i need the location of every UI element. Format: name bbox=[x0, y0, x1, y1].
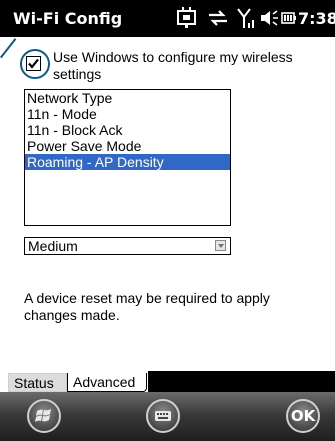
battery-icon[interactable] bbox=[281, 10, 297, 31]
sync-icon[interactable] bbox=[206, 6, 230, 35]
reset-note: A device reset may be required to apply … bbox=[24, 290, 270, 323]
dropdown-arrow-icon[interactable] bbox=[215, 240, 226, 251]
keyboard-icon bbox=[155, 411, 171, 421]
volume-icon[interactable] bbox=[259, 6, 279, 35]
clock: 7:38 bbox=[298, 9, 335, 28]
list-item-roaming-ap-density[interactable]: Roaming - AP Density bbox=[25, 154, 230, 170]
start-button[interactable] bbox=[27, 399, 61, 433]
keyboard-button[interactable] bbox=[146, 399, 180, 433]
list-item-11n-mode[interactable]: 11n - Mode bbox=[25, 106, 230, 122]
value-dropdown[interactable]: Medium bbox=[24, 237, 231, 255]
connectivity-icon[interactable] bbox=[176, 6, 198, 35]
ok-label: OK bbox=[290, 407, 316, 425]
soft-button-bar: OK bbox=[0, 392, 335, 441]
title-bar: Wi-Fi Config 7:38 bbox=[0, 0, 335, 37]
tab-status[interactable]: Status bbox=[8, 373, 67, 392]
use-windows-label: Use Windows to configure my wireless set… bbox=[53, 49, 293, 82]
signal-icon[interactable] bbox=[236, 6, 256, 35]
checkmark-icon bbox=[28, 58, 39, 69]
dropdown-value: Medium bbox=[28, 238, 78, 254]
window-title: Wi-Fi Config bbox=[13, 9, 123, 28]
list-item-power-save-mode[interactable]: Power Save Mode bbox=[25, 138, 230, 154]
settings-listbox[interactable]: Network Type 11n - Mode 11n - Block Ack … bbox=[24, 89, 231, 226]
ok-button[interactable]: OK bbox=[286, 399, 320, 433]
use-windows-checkbox[interactable] bbox=[26, 56, 41, 71]
tab-strip: Status Advanced bbox=[0, 371, 335, 392]
list-item-network-type[interactable]: Network Type bbox=[25, 90, 230, 106]
tab-advanced[interactable]: Advanced bbox=[67, 373, 147, 392]
windows-logo-icon bbox=[35, 409, 51, 422]
list-item-11n-block-ack[interactable]: 11n - Block Ack bbox=[25, 122, 230, 138]
tab-strip-background bbox=[148, 371, 335, 392]
callout-line bbox=[0, 38, 17, 59]
